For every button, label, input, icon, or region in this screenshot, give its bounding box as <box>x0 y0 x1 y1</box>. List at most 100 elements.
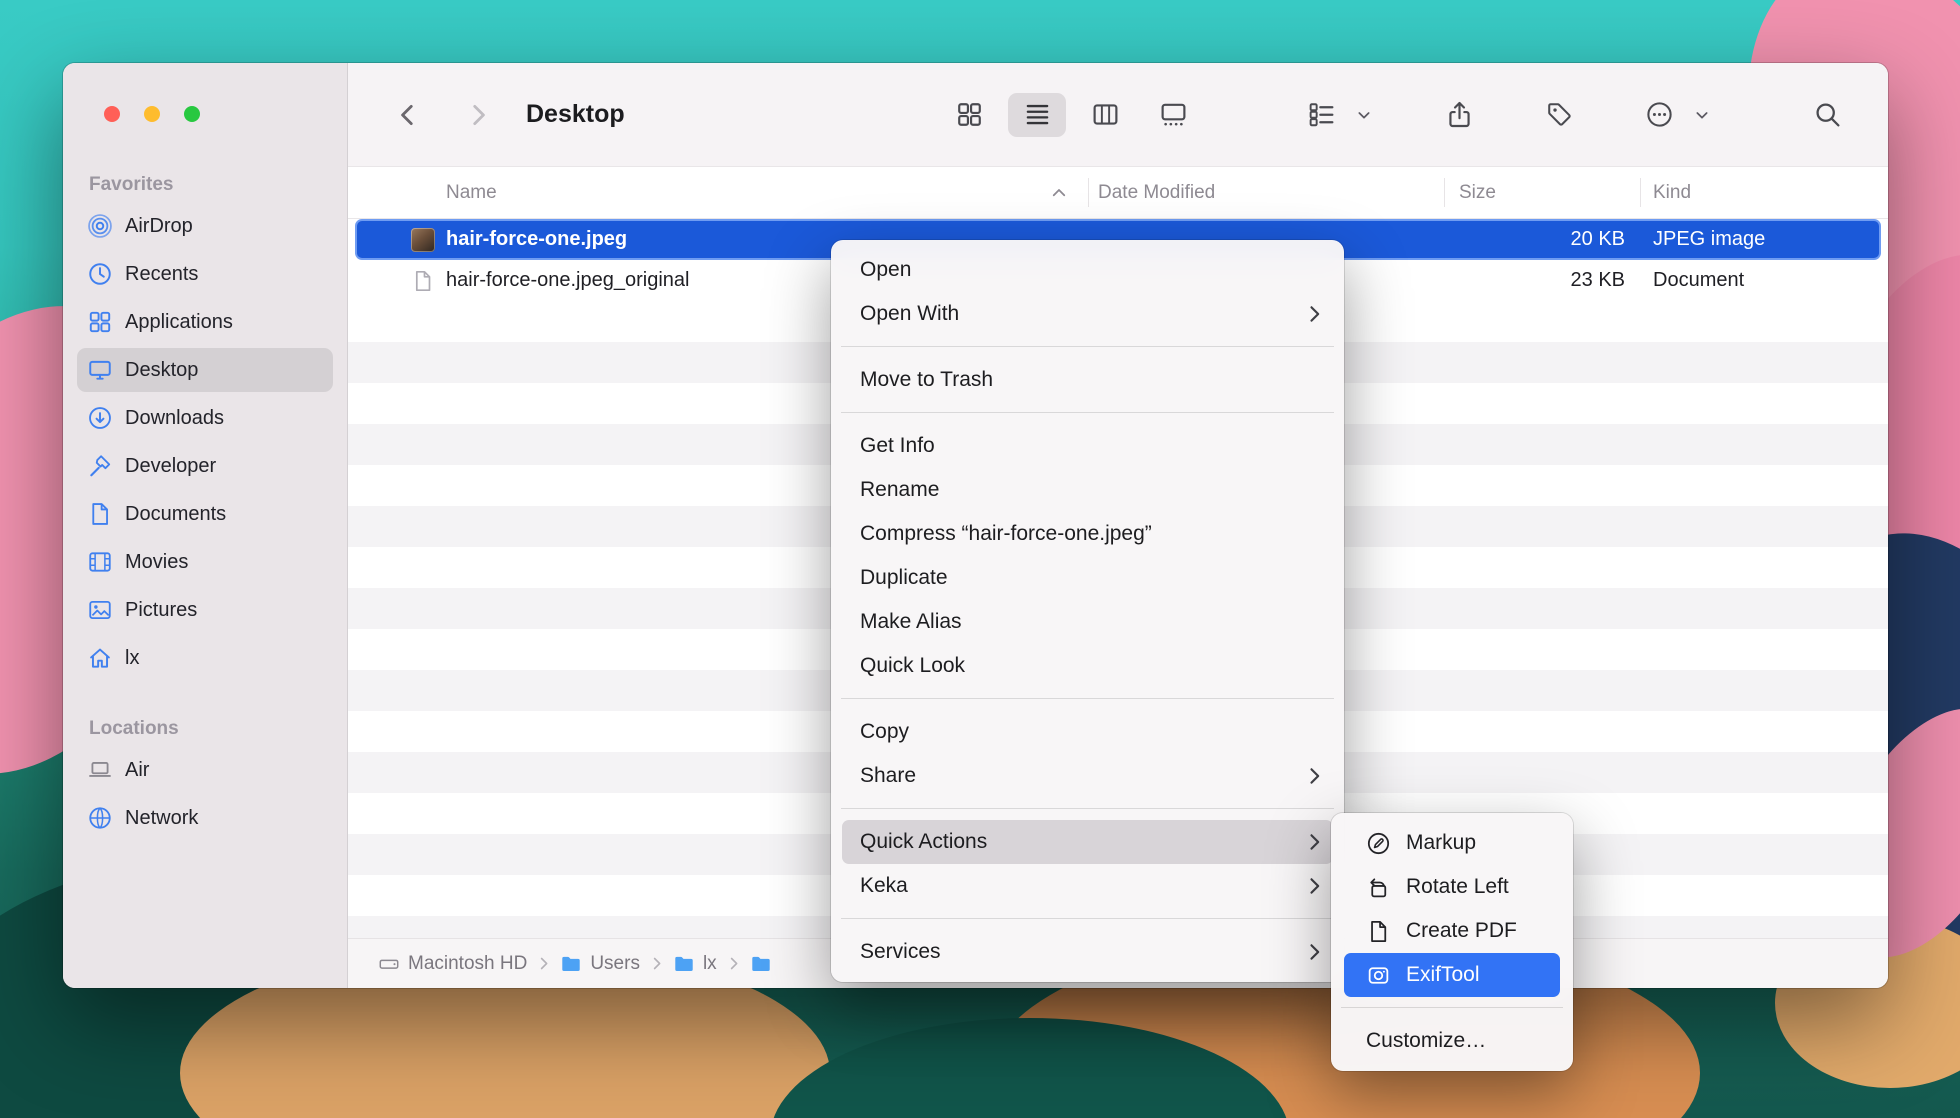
sidebar-item-label: Air <box>125 759 149 782</box>
folder-icon <box>750 953 772 975</box>
close-button[interactable] <box>104 106 120 122</box>
menu-item-compress[interactable]: Compress “hair-force-one.jpeg” <box>831 512 1344 556</box>
file-name-cell: hair-force-one.jpeg <box>411 221 627 258</box>
submenu-item-customize[interactable]: Customize… <box>1331 1019 1573 1063</box>
sidebar-item-movies[interactable]: Movies <box>77 540 333 584</box>
submenu-item-markup[interactable]: Markup <box>1331 821 1573 865</box>
sidebar-item-documents[interactable]: Documents <box>77 492 333 536</box>
sidebar-item-label: Desktop <box>125 359 198 382</box>
submenu-item-rotate-left[interactable]: Rotate Left <box>1331 865 1573 909</box>
sidebar-item-desktop[interactable]: Desktop <box>77 348 333 392</box>
path-crumb-label: Users <box>590 953 640 975</box>
column-view-button[interactable] <box>1076 93 1134 137</box>
menu-item-label: Keka <box>860 874 908 898</box>
gallery-view-button[interactable] <box>1144 93 1202 137</box>
chevron-down-icon <box>1694 107 1710 123</box>
share-button[interactable] <box>1430 93 1488 137</box>
menu-item-quick-actions[interactable]: Quick Actions <box>842 820 1333 864</box>
sidebar-item-developer[interactable]: Developer <box>77 444 333 488</box>
path-crumb-lx[interactable]: lx <box>673 953 717 975</box>
column-divider[interactable] <box>1088 178 1089 207</box>
list-view-button[interactable] <box>1008 93 1066 137</box>
traffic-lights <box>104 106 200 122</box>
laptop-icon <box>87 757 113 783</box>
menu-item-open[interactable]: Open <box>831 248 1344 292</box>
sidebar-item-air[interactable]: Air <box>77 748 333 792</box>
chevron-right-icon <box>1304 942 1324 962</box>
sidebar-item-downloads[interactable]: Downloads <box>77 396 333 440</box>
menu-item-duplicate[interactable]: Duplicate <box>831 556 1344 600</box>
menu-item-make-alias[interactable]: Make Alias <box>831 600 1344 644</box>
sidebar-item-network[interactable]: Network <box>77 796 333 840</box>
create-pdf-icon <box>1366 919 1391 944</box>
icon-view-button[interactable] <box>940 93 998 137</box>
chevron-right-icon <box>1304 832 1324 852</box>
menu-item-copy[interactable]: Copy <box>831 710 1344 754</box>
chevron-right-icon <box>1304 876 1324 896</box>
menu-item-keka[interactable]: Keka <box>831 864 1344 908</box>
column-header-size[interactable]: Size <box>1459 167 1496 218</box>
menu-item-get-info[interactable]: Get Info <box>831 424 1344 468</box>
column-header-date-modified[interactable]: Date Modified <box>1098 167 1215 218</box>
globe-icon <box>87 805 113 831</box>
sidebar-item-label: Network <box>125 807 198 830</box>
folder-icon <box>673 953 695 975</box>
ellipsis-circle-icon <box>1645 100 1674 129</box>
search-button[interactable] <box>1798 93 1856 137</box>
sidebar-section-locations: Locations <box>89 717 333 741</box>
chevron-right-icon <box>465 102 491 128</box>
window-title: Desktop <box>526 100 625 129</box>
zoom-button[interactable] <box>184 106 200 122</box>
column-divider[interactable] <box>1444 178 1445 207</box>
folder-icon <box>560 953 582 975</box>
path-crumb-users[interactable]: Users <box>560 953 640 975</box>
menu-item-move-to-trash[interactable]: Move to Trash <box>831 358 1344 402</box>
menu-item-label: Quick Actions <box>860 830 987 854</box>
sidebar-item-applications[interactable]: Applications <box>77 300 333 344</box>
menu-item-open-with[interactable]: Open With <box>831 292 1344 336</box>
menu-item-label: Quick Look <box>860 654 965 678</box>
sidebar-item-lx[interactable]: lx <box>77 636 333 680</box>
path-crumb-label: lx <box>703 953 717 975</box>
menu-item-share[interactable]: Share <box>831 754 1344 798</box>
back-button[interactable] <box>388 93 428 137</box>
menu-item-label: Open With <box>860 302 959 326</box>
list-view-icon <box>1023 100 1052 129</box>
menu-item-rename[interactable]: Rename <box>831 468 1344 512</box>
submenu-item-exiftool[interactable]: ExifTool <box>1344 953 1560 997</box>
gallery-view-icon <box>1159 100 1188 129</box>
sidebar-item-pictures[interactable]: Pictures <box>77 588 333 632</box>
downloads-icon <box>87 405 113 431</box>
submenu-item-label: ExifTool <box>1406 963 1480 987</box>
more-actions-button[interactable] <box>1630 93 1710 137</box>
minimize-button[interactable] <box>144 106 160 122</box>
submenu-item-label: Markup <box>1406 831 1476 855</box>
menu-item-quick-look[interactable]: Quick Look <box>831 644 1344 688</box>
column-view-icon <box>1091 100 1120 129</box>
column-header-name[interactable]: Name <box>446 167 497 218</box>
menu-item-label: Duplicate <box>860 566 948 590</box>
rotate-left-icon <box>1366 875 1391 900</box>
group-by-button[interactable] <box>1292 93 1372 137</box>
path-crumb-macintosh-hd[interactable]: Macintosh HD <box>378 953 527 975</box>
desktop-icon <box>87 357 113 383</box>
column-divider[interactable] <box>1640 178 1641 207</box>
sidebar-item-recents[interactable]: Recents <box>77 252 333 296</box>
menu-separator <box>841 918 1334 919</box>
menu-separator <box>841 808 1334 809</box>
sidebar-item-label: Developer <box>125 455 216 478</box>
menu-item-label: Move to Trash <box>860 368 993 392</box>
menu-item-services[interactable]: Services <box>831 930 1344 974</box>
sidebar-item-airdrop[interactable]: AirDrop <box>77 204 333 248</box>
view-mode-group <box>940 93 1202 137</box>
submenu-item-label: Rotate Left <box>1406 875 1509 899</box>
sidebar-item-label: Movies <box>125 551 188 574</box>
sidebar-item-label: Documents <box>125 503 226 526</box>
submenu-item-create-pdf[interactable]: Create PDF <box>1331 909 1573 953</box>
sidebar-content: Favorites AirDrop Recents Applications D… <box>63 63 347 840</box>
tags-button[interactable] <box>1530 93 1588 137</box>
forward-button[interactable] <box>458 93 498 137</box>
column-header-kind[interactable]: Kind <box>1653 167 1691 218</box>
group-by-inner <box>1292 93 1350 137</box>
path-crumb-folder-partial[interactable] <box>750 953 772 975</box>
